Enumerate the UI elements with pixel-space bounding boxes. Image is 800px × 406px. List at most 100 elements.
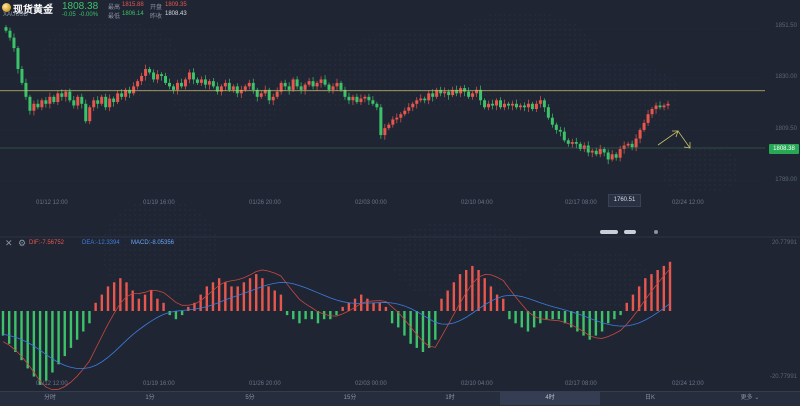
map-dot [134, 214, 136, 216]
map-dot [404, 34, 406, 36]
map-dot [384, 104, 386, 106]
map-dot [184, 234, 186, 236]
map-dot [199, 254, 201, 256]
map-dot [134, 249, 136, 251]
map-dot [209, 224, 211, 226]
candle-body [20, 68, 24, 83]
map-dot [244, 59, 246, 61]
map-dot [254, 69, 256, 71]
map-dot [94, 59, 96, 61]
map-dot [564, 269, 566, 271]
map-dot [559, 289, 561, 291]
candle-body [514, 103, 518, 108]
map-dot [569, 289, 571, 291]
map-dot [474, 274, 476, 276]
price-chart[interactable] [0, 0, 800, 392]
map-dot [109, 234, 111, 236]
map-dot [589, 289, 591, 291]
map-dot [244, 104, 246, 106]
tab-daily[interactable]: 日K [600, 391, 700, 405]
map-dot [249, 109, 251, 111]
tab-4hour[interactable]: 4时 [500, 391, 600, 405]
map-dot [474, 49, 476, 51]
map-dot [124, 24, 126, 26]
map-dot [639, 124, 641, 126]
projection-arrows[interactable] [657, 130, 691, 149]
map-dot [384, 34, 386, 36]
map-dot [74, 64, 76, 66]
map-dot [264, 54, 266, 56]
map-dot [534, 39, 536, 41]
map-dot [449, 294, 451, 296]
map-dot [384, 44, 386, 46]
scroll-dot[interactable] [654, 230, 658, 234]
map-dot [629, 259, 631, 261]
map-dot [479, 239, 481, 241]
close-indicator-icon[interactable]: ✕ [5, 239, 13, 248]
map-dot [294, 64, 296, 66]
map-dot [514, 84, 516, 86]
map-dot [244, 124, 246, 126]
map-dot [494, 74, 496, 76]
tab-1hour[interactable]: 1时 [400, 391, 500, 405]
map-dot [419, 79, 421, 81]
map-dot [124, 49, 126, 51]
scroll-thumb[interactable] [600, 230, 618, 234]
candle-body [12, 37, 16, 49]
map-dot [59, 34, 61, 36]
map-dot [539, 84, 541, 86]
map-dot [114, 49, 116, 51]
map-dot [479, 64, 481, 66]
map-dot [589, 269, 591, 271]
map-dot [484, 29, 486, 31]
map-dot [629, 64, 631, 66]
map-dot [459, 69, 461, 71]
map-dot [84, 59, 86, 61]
map-dot [429, 294, 431, 296]
scroll-thumb[interactable] [624, 230, 636, 234]
map-dot [79, 84, 81, 86]
map-dot [204, 54, 206, 56]
candle-body [606, 152, 610, 160]
map-dot [474, 74, 476, 76]
map-dot [139, 204, 141, 206]
map-dot [189, 59, 191, 61]
map-dot [129, 49, 131, 51]
map-dot [639, 284, 641, 286]
map-dot [384, 69, 386, 71]
map-dot [409, 79, 411, 81]
map-dot [494, 39, 496, 41]
map-dot [499, 14, 501, 16]
map-dot [414, 79, 416, 81]
map-dot [459, 224, 461, 226]
map-dot [109, 274, 111, 276]
tab-1min[interactable]: 1分 [100, 391, 200, 405]
map-dot [374, 49, 376, 51]
map-dot [194, 284, 196, 286]
tab-5min[interactable]: 5分 [200, 391, 300, 405]
map-dot [409, 239, 411, 241]
x-tick: 01/12 12:00 [36, 200, 68, 206]
tab-timeshare[interactable]: 分时 [0, 391, 100, 405]
map-dot [534, 74, 536, 76]
map-dot [579, 69, 581, 71]
map-dot [194, 279, 196, 281]
tab-more[interactable]: 更多 ⌄ [700, 391, 800, 405]
map-dot [439, 49, 441, 51]
indicator-settings-icon[interactable]: ⚙ [18, 239, 26, 248]
tab-15min[interactable]: 15分 [300, 391, 400, 405]
map-dot [524, 34, 526, 36]
map-dot [644, 134, 646, 136]
map-dot [104, 84, 106, 86]
map-dot [229, 114, 231, 116]
map-dot [334, 94, 336, 96]
map-dot [429, 74, 431, 76]
map-dot [484, 34, 486, 36]
chart-scroll-indicator[interactable] [600, 228, 662, 236]
macd-bar [255, 274, 258, 311]
map-dot [609, 114, 611, 116]
map-dot [579, 84, 581, 86]
map-dot [54, 59, 56, 61]
map-dot [484, 49, 486, 51]
map-dot [199, 279, 201, 281]
